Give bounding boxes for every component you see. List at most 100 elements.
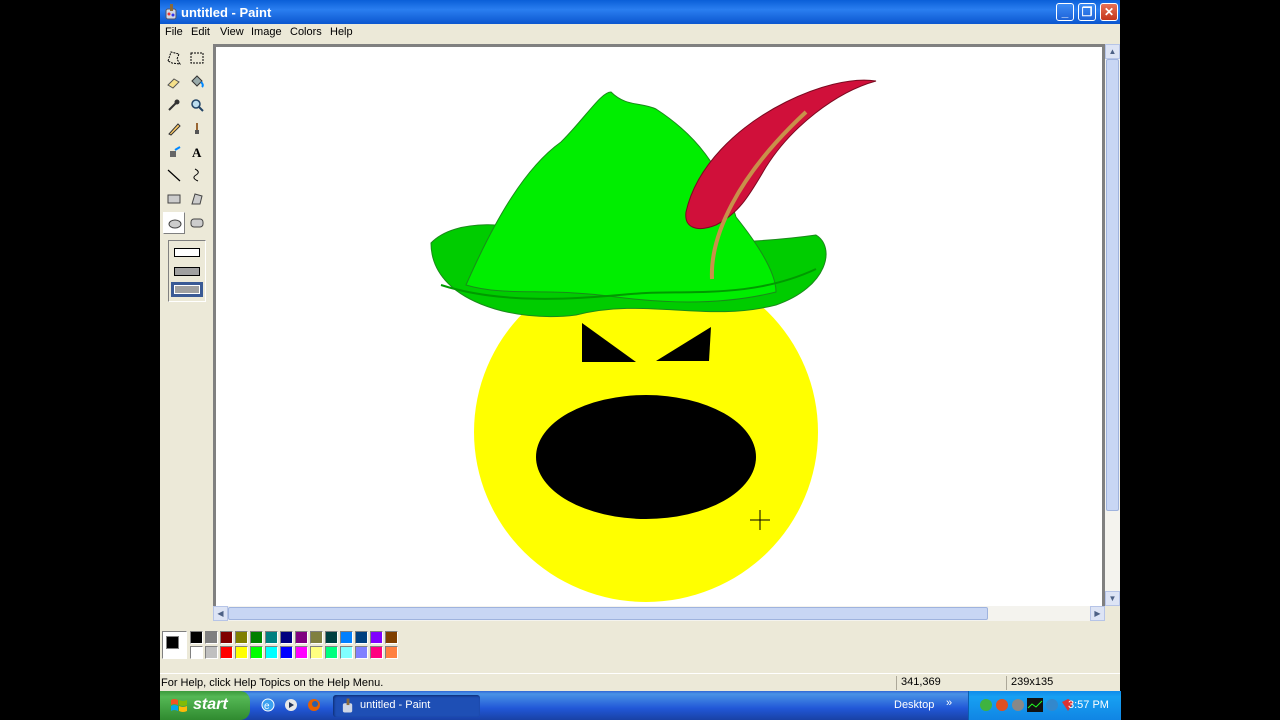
brush-tool[interactable] [186, 118, 208, 140]
svg-text:A: A [192, 145, 202, 160]
toolbox: A [160, 44, 213, 608]
svg-text:e: e [264, 701, 270, 712]
window-title: untitled - Paint [181, 5, 272, 20]
pencil-tool[interactable] [163, 118, 185, 140]
fill-with-color-tool[interactable] [186, 71, 208, 93]
palette-swatch[interactable] [265, 646, 278, 659]
taskbar-button-paint[interactable]: untitled - Paint [333, 695, 480, 717]
palette-swatch[interactable] [325, 631, 338, 644]
palette-swatch[interactable] [190, 631, 203, 644]
paint-app-icon [165, 4, 177, 20]
scroll-up-arrow[interactable]: ▲ [1105, 44, 1120, 59]
tray-icon-5[interactable] [1045, 698, 1059, 712]
palette-swatch[interactable] [385, 631, 398, 644]
palette-swatch[interactable] [340, 631, 353, 644]
menu-file[interactable]: File [165, 26, 183, 38]
network-monitor-icon[interactable] [1027, 698, 1043, 712]
media-player-icon[interactable] [283, 697, 299, 713]
magnifier-tool[interactable] [186, 94, 208, 116]
palette-swatch[interactable] [325, 646, 338, 659]
palette-swatch[interactable] [205, 646, 218, 659]
palette-swatch[interactable] [355, 646, 368, 659]
palette-swatch[interactable] [355, 631, 368, 644]
vertical-scroll-thumb[interactable] [1106, 59, 1119, 511]
polygon-tool[interactable] [186, 188, 208, 210]
menu-image[interactable]: Image [251, 26, 282, 38]
free-form-select-tool[interactable] [163, 47, 185, 69]
feather [685, 79, 877, 229]
desktop-toolbar-label[interactable]: Desktop [894, 699, 934, 711]
palette-swatch[interactable] [310, 631, 323, 644]
curve-tool[interactable] [186, 164, 208, 186]
maximize-button[interactable]: ❐ [1078, 3, 1096, 21]
palette-swatch[interactable] [370, 631, 383, 644]
paint-window: untitled - Paint _ ❐ ✕ File Edit View Im… [160, 0, 1120, 720]
tray-icon-2[interactable] [995, 698, 1009, 712]
menu-view[interactable]: View [220, 26, 244, 38]
color-palette [160, 625, 1120, 665]
open-mouth [536, 395, 756, 519]
menu-colors[interactable]: Colors [290, 26, 322, 38]
palette-swatch[interactable] [190, 646, 203, 659]
rectangle-tool[interactable] [163, 188, 185, 210]
current-colors [162, 631, 187, 659]
drawing [430, 79, 877, 602]
fill-style-outline-filled[interactable] [174, 267, 200, 276]
start-button[interactable]: start [160, 691, 250, 720]
line-tool[interactable] [163, 164, 185, 186]
palette-swatch[interactable] [235, 646, 248, 659]
palette-swatch[interactable] [235, 631, 248, 644]
ellipse-tool[interactable] [163, 212, 185, 234]
palette-swatch[interactable] [280, 631, 293, 644]
title-bar[interactable]: untitled - Paint _ ❐ ✕ [160, 0, 1120, 24]
palette-swatch[interactable] [250, 646, 263, 659]
palette-swatch[interactable] [370, 646, 383, 659]
palette-swatch[interactable] [295, 631, 308, 644]
tray-icon-1[interactable] [979, 698, 993, 712]
drawing-canvas[interactable] [216, 47, 1102, 609]
canvas-area [213, 44, 1105, 609]
paint-task-icon [342, 698, 353, 713]
palette-swatch[interactable] [205, 631, 218, 644]
taskbar: start e untitled - Paint Desktop » 3:57 … [160, 691, 1121, 720]
palette-swatch[interactable] [295, 646, 308, 659]
close-button[interactable]: ✕ [1100, 3, 1118, 21]
internet-explorer-icon[interactable]: e [260, 697, 276, 713]
scroll-right-arrow[interactable]: ▶ [1090, 606, 1105, 621]
cursor-coordinates: 341,369 [896, 676, 1001, 690]
palette-swatch[interactable] [340, 646, 353, 659]
horizontal-scroll-thumb[interactable] [228, 607, 988, 620]
fill-style-outline[interactable] [174, 248, 200, 257]
palette-swatch[interactable] [310, 646, 323, 659]
select-tool[interactable] [186, 47, 208, 69]
vertical-scrollbar[interactable]: ▲ ▼ [1105, 44, 1120, 606]
scroll-down-arrow[interactable]: ▼ [1105, 591, 1120, 606]
pick-color-tool[interactable] [163, 94, 185, 116]
menu-help[interactable]: Help [330, 26, 353, 38]
foreground-color [166, 636, 179, 649]
menu-edit[interactable]: Edit [191, 26, 210, 38]
palette-swatch[interactable] [265, 631, 278, 644]
scroll-left-arrow[interactable]: ◀ [213, 606, 228, 621]
fill-style-filled-selected[interactable] [171, 282, 203, 297]
selection-size: 239x135 [1006, 676, 1111, 690]
firefox-icon[interactable] [306, 697, 322, 713]
menu-bar: File Edit View Image Colors Help [160, 24, 1120, 42]
status-bar: For Help, click Help Topics on the Help … [160, 673, 1120, 692]
fill-style-options [168, 240, 206, 302]
clock: 3:57 PM [1068, 699, 1109, 711]
tray-icon-3[interactable] [1011, 698, 1025, 712]
text-tool[interactable]: A [186, 141, 208, 163]
palette-swatch[interactable] [280, 646, 293, 659]
palette-swatch[interactable] [385, 646, 398, 659]
windows-logo-icon [171, 699, 187, 712]
minimize-button[interactable]: _ [1056, 3, 1074, 21]
airbrush-tool[interactable] [163, 141, 185, 163]
toolbar-expand-icon[interactable]: » [946, 697, 952, 709]
horizontal-scrollbar[interactable]: ◀ ▶ [213, 606, 1105, 621]
palette-swatch[interactable] [220, 646, 233, 659]
eraser-tool[interactable] [163, 71, 185, 93]
palette-swatch[interactable] [220, 631, 233, 644]
palette-swatch[interactable] [250, 631, 263, 644]
rounded-rectangle-tool[interactable] [186, 212, 208, 234]
